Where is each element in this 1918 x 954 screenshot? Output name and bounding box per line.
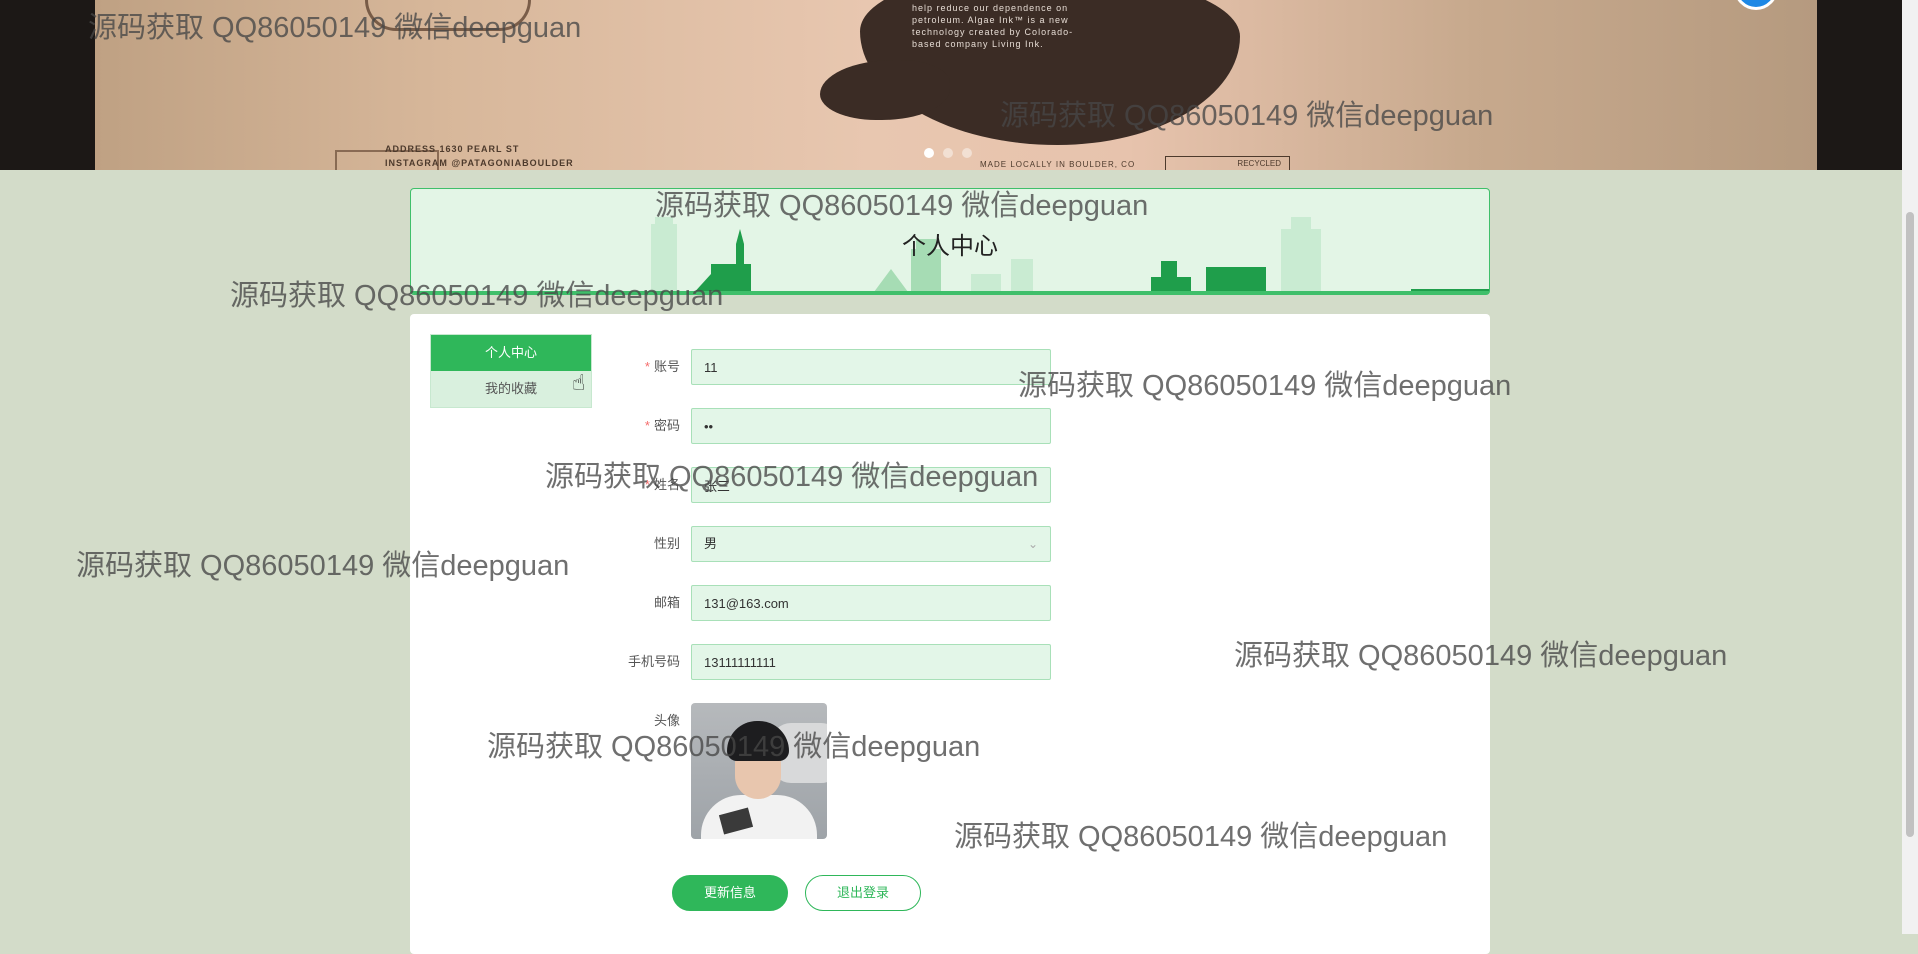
name-label: * 姓名 [560,467,680,503]
update-info-button[interactable]: 更新信息 [672,875,788,911]
header-underline [411,291,1489,294]
scrollbar-thumb[interactable] [1906,212,1914,837]
password-input[interactable] [691,408,1051,444]
banner-blob-line: technology created by Colorado- [912,27,1074,37]
page-title: 个人中心 [902,233,998,260]
banner-address-line: ADDRESS 1630 PEARL ST [385,144,520,154]
form-row-password: * 密码 [560,408,1060,444]
email-input[interactable] [691,585,1051,621]
carousel-dot[interactable] [924,148,934,158]
form-row-gender: 性别 男 ⌄ [560,526,1060,562]
banner-made-text: MADE LOCALLY IN BOULDER, CO [980,160,1136,169]
avatar-upload[interactable] [691,703,827,839]
profile-card: 个人中心 我的收藏 ☝ *账号 *密码 *姓名 性别 男 ⌄ 邮箱 [410,314,1490,954]
phone-label: 手机号码 [627,654,680,669]
form-row-account: * 账号 [560,349,1060,385]
chevron-down-icon: ⌄ [1027,537,1038,551]
form-row-phone: 手机号码 [560,644,1060,680]
name-label-text: 姓名 [653,477,680,492]
name-input[interactable] [691,467,1051,503]
banner-blob-line: petroleum. Algae Ink™ is a new [912,15,1069,25]
carousel-indicators [924,148,972,158]
account-label-text: 账号 [653,359,680,374]
avatar-photo-part [701,795,817,839]
carousel-dot[interactable] [943,148,953,158]
account-label: * 账号 [560,349,680,385]
gender-select-value: 男 [704,536,718,551]
banner-address-line: INSTAGRAM @PATAGONIABOULDER [385,158,574,168]
carousel-dot[interactable] [962,148,972,158]
form-row-name: * 姓名 [560,467,1060,503]
logout-button[interactable]: 退出登录 [805,875,921,911]
account-input[interactable] [691,349,1051,385]
page-header-panel: 个人中心 [410,188,1490,295]
form-row-avatar: 头像 [560,703,1060,839]
required-mark: * [644,477,650,492]
email-label: 邮箱 [653,595,680,610]
form-row-email: 邮箱 [560,585,1060,621]
required-mark: * [644,359,650,374]
avatar-label: 头像 [653,713,680,728]
page-scrollbar[interactable] [1902,0,1918,934]
banner-logo-stamp [365,0,531,31]
password-label-text: 密码 [653,418,680,433]
banner-blob-line: based company Living Ink. [912,39,1044,49]
password-label: * 密码 [560,408,680,444]
phone-input[interactable] [691,644,1051,680]
banner-carousel[interactable]: ADDRESS 1630 PEARL ST INSTAGRAM @PATAGON… [0,0,1902,170]
banner-recycled-label: RECYCLED [1165,156,1290,170]
banner-address: ADDRESS 1630 PEARL ST INSTAGRAM @PATAGON… [385,142,574,170]
banner-blob-line: help reduce our dependence on [912,3,1069,13]
banner-blob-text: help reduce our dependence on petroleum.… [912,2,1073,50]
gender-select[interactable]: 男 ⌄ [691,526,1051,562]
required-mark: * [644,418,650,433]
gender-label: 性别 [653,536,680,551]
